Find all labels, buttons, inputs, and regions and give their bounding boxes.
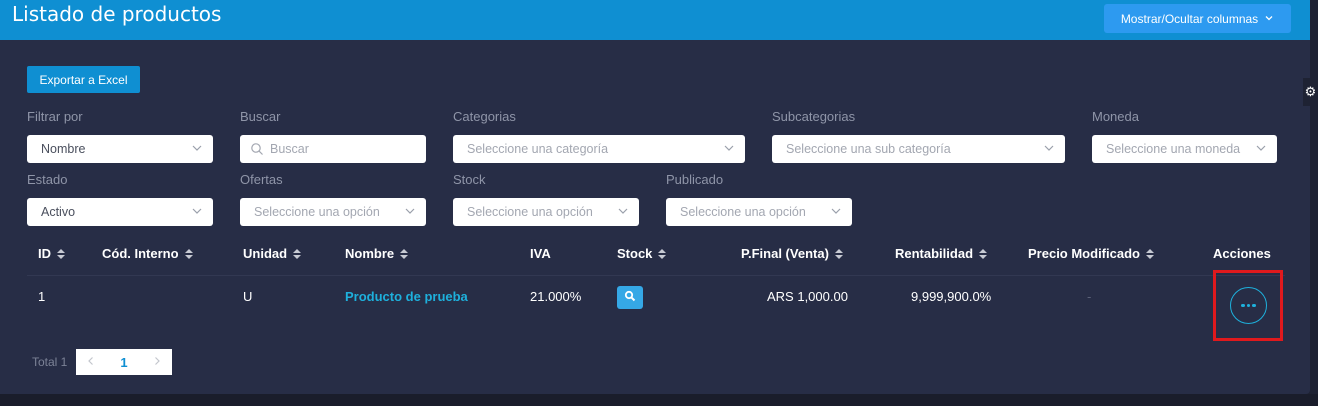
currency-select[interactable]: Seleccione una moneda <box>1092 135 1277 163</box>
more-actions-button[interactable] <box>1230 287 1267 324</box>
column-header-internal-code[interactable]: Cód. Interno <box>102 246 193 261</box>
column-header-label: Stock <box>617 246 653 261</box>
published-label: Publicado <box>666 172 724 187</box>
chevron-down-icon <box>1264 12 1274 26</box>
column-header-id[interactable]: ID <box>38 246 65 261</box>
column-header-stock[interactable]: Stock <box>617 246 667 261</box>
search-input[interactable]: Buscar <box>240 135 426 163</box>
column-header-name[interactable]: Nombre <box>345 246 409 261</box>
stock-placeholder: Seleccione una opción <box>467 205 593 219</box>
cell-iva: 21.000% <box>530 289 582 304</box>
chevron-down-icon <box>830 205 842 217</box>
column-header-modified-price[interactable]: Precio Modificado <box>1028 246 1154 261</box>
search-label: Buscar <box>240 109 281 124</box>
export-excel-button[interactable]: Exportar a Excel <box>27 66 140 93</box>
chevron-down-icon <box>1255 142 1267 154</box>
column-header-label: Precio Modificado <box>1028 246 1140 261</box>
column-header-label: IVA <box>530 246 551 261</box>
state-select[interactable]: Activo <box>27 198 213 226</box>
sort-icon <box>184 248 193 259</box>
currency-placeholder: Seleccione una moneda <box>1106 142 1241 156</box>
offers-placeholder: Seleccione una opción <box>254 205 380 219</box>
state-label: Estado <box>27 172 68 187</box>
published-placeholder: Seleccione una opción <box>680 205 806 219</box>
state-value: Activo <box>41 205 76 219</box>
cell-unit: U <box>243 289 253 304</box>
cell-final-price: ARS 1,000.00 <box>767 289 848 304</box>
chevron-right-icon[interactable] <box>152 353 162 371</box>
sort-icon <box>1145 248 1154 259</box>
currency-label: Moneda <box>1092 109 1139 124</box>
chevron-down-icon <box>404 205 416 217</box>
column-header-label: Acciones <box>1213 246 1271 261</box>
page-title: Listado de productos <box>12 2 222 26</box>
chevron-down-icon <box>191 142 203 154</box>
cell-profitability: 9,999,900.0% <box>911 289 992 304</box>
chevron-down-icon <box>191 205 203 217</box>
filter-by-value: Nombre <box>41 142 86 156</box>
gear-icon[interactable]: ⚙ <box>1303 78 1318 106</box>
sort-icon <box>293 248 302 259</box>
published-select[interactable]: Seleccione una opción <box>666 198 852 226</box>
cell-modified-price: - <box>1087 289 1092 304</box>
filter-by-select[interactable]: Nombre <box>27 135 213 163</box>
column-header-label: Nombre <box>345 246 395 261</box>
page-header: Listado de productos Mostrar/Ocultar col… <box>0 0 1310 40</box>
search-icon <box>624 289 636 307</box>
pagination-current-page[interactable]: 1 <box>120 355 127 370</box>
stock-select[interactable]: Seleccione una opción <box>453 198 639 226</box>
chevron-down-icon <box>723 142 735 154</box>
offers-label: Ofertas <box>240 172 283 187</box>
chevron-down-icon <box>617 205 629 217</box>
pagination: 1 <box>76 349 172 375</box>
categories-placeholder: Seleccione una categoría <box>467 142 609 156</box>
search-icon <box>250 142 264 156</box>
column-header-label: Cód. Interno <box>102 246 179 261</box>
sort-icon <box>834 248 843 259</box>
categories-label: Categorias <box>453 109 516 124</box>
bottom-strip <box>0 394 1318 406</box>
chevron-left-icon[interactable] <box>86 353 96 371</box>
sort-icon <box>979 248 988 259</box>
table-divider <box>27 275 1285 276</box>
toggle-columns-button[interactable]: Mostrar/Ocultar columnas <box>1104 4 1291 33</box>
column-header-final-price[interactable]: P.Final (Venta) <box>741 246 843 261</box>
offers-select[interactable]: Seleccione una opción <box>240 198 426 226</box>
column-header-unit[interactable]: Unidad <box>243 246 302 261</box>
pagination-total: Total 1 <box>32 355 68 369</box>
sort-icon <box>658 248 667 259</box>
column-header-profitability[interactable]: Rentabilidad <box>895 246 988 261</box>
product-name-link[interactable]: Producto de prueba <box>345 289 468 304</box>
column-header-actions: Acciones <box>1213 246 1271 261</box>
stock-search-button[interactable] <box>617 286 643 309</box>
column-header-label: P.Final (Venta) <box>741 246 829 261</box>
sort-icon <box>57 248 65 259</box>
subcategories-label: Subcategorias <box>772 109 856 124</box>
column-header-label: Rentabilidad <box>895 246 974 261</box>
toggle-columns-label: Mostrar/Ocultar columnas <box>1120 11 1259 26</box>
search-placeholder: Buscar <box>270 142 309 156</box>
column-header-iva: IVA <box>530 246 551 261</box>
chevron-down-icon <box>1043 142 1055 154</box>
stock-filter-label: Stock <box>453 172 486 187</box>
sort-icon <box>400 248 409 259</box>
cell-id: 1 <box>38 289 46 304</box>
categories-select[interactable]: Seleccione una categoría <box>453 135 745 163</box>
filter-by-label: Filtrar por <box>27 109 83 124</box>
column-header-label: Unidad <box>243 246 288 261</box>
subcategories-select[interactable]: Seleccione una sub categoría <box>772 135 1065 163</box>
more-horizontal-icon <box>1241 303 1245 308</box>
column-header-label: ID <box>38 246 51 261</box>
subcategories-placeholder: Seleccione una sub categoría <box>786 142 951 156</box>
